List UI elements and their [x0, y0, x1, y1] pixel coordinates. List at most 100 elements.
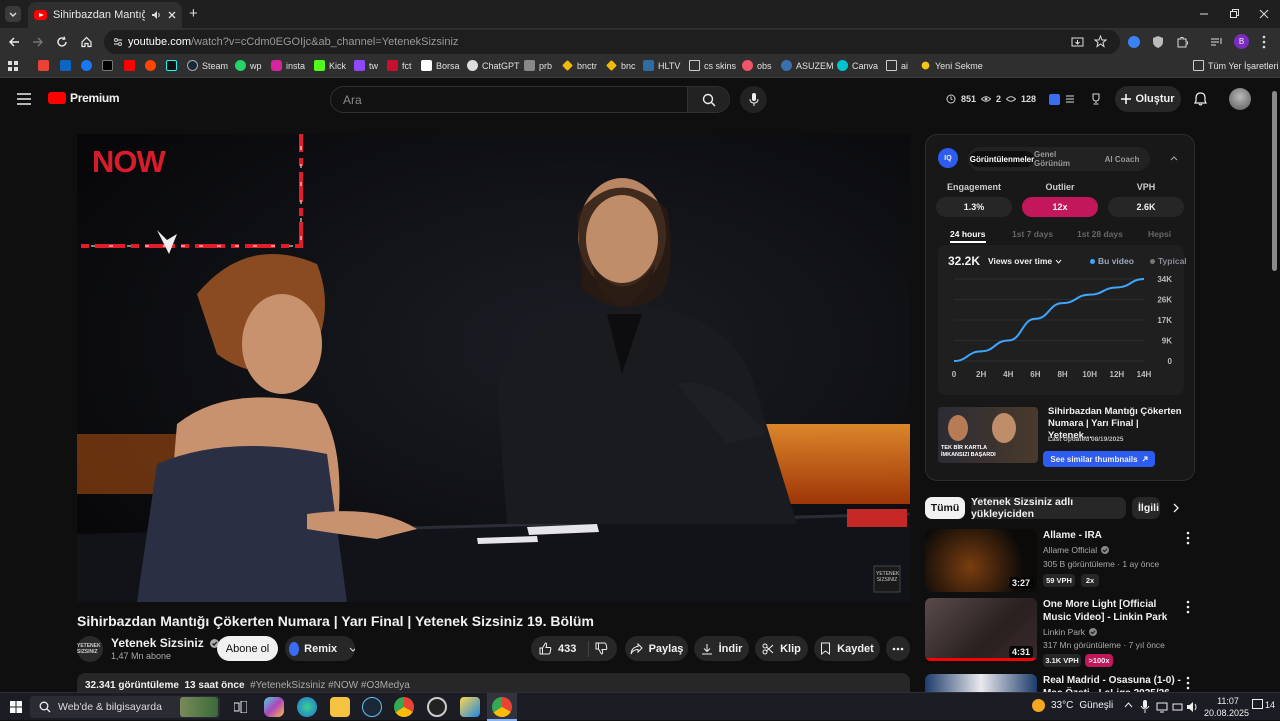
browser-menu-icon[interactable]	[1262, 35, 1266, 49]
minimize-icon[interactable]	[1198, 8, 1210, 20]
notification-center[interactable]: 14	[1252, 699, 1275, 710]
media-controls-icon[interactable]	[1210, 36, 1223, 48]
recommendation-item[interactable]: 3:27 Allame - IRA Allame Official 305 B …	[925, 529, 1195, 595]
app-icon-yellow[interactable]	[460, 697, 480, 717]
site-info-icon[interactable]	[112, 36, 124, 48]
voice-search-button[interactable]	[740, 86, 767, 113]
tab-overview[interactable]: Genel Görünüm	[1034, 150, 1094, 168]
user-avatar[interactable]	[1229, 88, 1251, 110]
chevron-right-icon[interactable]	[1172, 503, 1180, 513]
tray-mic-icon[interactable]	[1140, 700, 1150, 714]
recommendation-item[interactable]: Real Madrid - Osasuna (1-0) - Maç Özeti …	[925, 674, 1195, 692]
speaker-icon[interactable]	[151, 10, 161, 20]
home-icon[interactable]	[80, 35, 93, 48]
chip-all[interactable]: Tümü	[925, 497, 965, 519]
more-actions-button[interactable]	[886, 636, 910, 661]
vidiq-icon[interactable]	[1049, 93, 1061, 105]
tab-views[interactable]: Görüntülenmeler	[970, 151, 1034, 167]
tray-display-icon[interactable]	[1172, 701, 1184, 713]
dislike-icon[interactable]	[595, 642, 608, 655]
install-app-icon[interactable]	[1071, 36, 1084, 48]
file-explorer-icon[interactable]	[330, 697, 350, 717]
bookmark-chatgpt[interactable]: ChatGPT	[467, 60, 520, 71]
windows-start-icon[interactable]	[10, 701, 22, 713]
chrome-profile-active-app[interactable]	[487, 693, 517, 721]
description-box[interactable]: 32.341 görüntüleme 13 saat önce #Yetenek…	[77, 673, 910, 692]
recommendation-item[interactable]: 4:31 One More Light [Official Music Vide…	[925, 598, 1195, 667]
period-tab-28d[interactable]: 1st 28 days	[1077, 229, 1123, 239]
tab-search-button[interactable]	[5, 6, 21, 22]
bookmark-kick[interactable]: Kick	[314, 60, 346, 71]
bookmark-asuzem[interactable]: ASUZEM	[781, 60, 834, 71]
bookmark-steam[interactable]: Steam	[187, 60, 228, 71]
clip-button[interactable]: Klip	[755, 636, 808, 661]
more-vertical-icon[interactable]	[1183, 531, 1193, 545]
bookmark-hltv[interactable]: HLTV	[643, 60, 680, 71]
profile-avatar[interactable]: B	[1234, 34, 1249, 49]
chrome-icon[interactable]	[394, 697, 414, 717]
tray-chevron-up-icon[interactable]	[1124, 702, 1133, 708]
reload-icon[interactable]	[56, 36, 68, 48]
extension-icon[interactable]	[1128, 36, 1140, 48]
channel-name[interactable]: Yetenek Sizsiniz	[111, 636, 220, 650]
recommendation-thumbnail[interactable]	[925, 674, 1037, 692]
search-button[interactable]	[687, 87, 729, 112]
bookmark-tw[interactable]: tw	[354, 60, 378, 71]
edge-icon[interactable]	[297, 697, 317, 717]
bookmark-bnc[interactable]: bnc	[606, 60, 636, 71]
bookmark-star-icon[interactable]	[1094, 35, 1107, 48]
download-button[interactable]: İndir	[694, 636, 749, 661]
restore-icon[interactable]	[1228, 8, 1240, 20]
bookmark-bnctr[interactable]: bnctr	[562, 60, 597, 71]
period-tab-all[interactable]: Hepsi	[1148, 229, 1171, 239]
bookmark-insta[interactable]: insta	[271, 60, 305, 71]
search-input[interactable]	[331, 92, 687, 107]
chip-from-uploader[interactable]: Yetenek Sizsiniz adlı yükleyiciden	[971, 496, 1126, 520]
tray-volume-icon[interactable]	[1186, 701, 1199, 713]
close-window-icon[interactable]	[1258, 8, 1270, 20]
video-player[interactable]: NOW YETENEK SIZSINIZ	[77, 134, 910, 602]
channel-avatar[interactable]: YETENEK SIZSINIZ	[77, 636, 103, 662]
bookmark-wp[interactable]: wp	[235, 60, 262, 71]
address-bar[interactable]: youtube.com/watch?v=cCdm0EGOIjc&ab_chann…	[104, 30, 1120, 54]
all-bookmarks[interactable]: Tüm Yer İşaretleri	[1193, 60, 1279, 71]
game-app-icon[interactable]	[427, 697, 447, 717]
period-tab-7d[interactable]: 1st 7 days	[1012, 229, 1053, 239]
bookmark-canva[interactable]: Canva	[837, 60, 878, 71]
page-scrollbar[interactable]	[1272, 91, 1277, 271]
recommendation-thumbnail[interactable]: 3:27	[925, 529, 1037, 592]
bookmark-facebook-icon[interactable]	[81, 60, 92, 71]
bookmark-gmail-icon[interactable]	[38, 60, 49, 71]
like-count[interactable]: 433	[558, 643, 576, 655]
bookmark-outlook-icon[interactable]	[60, 60, 71, 71]
bookmark-x-icon[interactable]	[102, 60, 113, 71]
bookmark-tiktok-icon[interactable]	[166, 60, 177, 71]
tray-network-icon[interactable]	[1156, 701, 1168, 713]
save-button[interactable]: Kaydet	[814, 636, 880, 661]
recommendation-thumbnail[interactable]: 4:31	[925, 598, 1037, 661]
weather-widget[interactable]: 33°C Güneşli	[1032, 699, 1113, 712]
clock-time[interactable]: 11:07	[1213, 696, 1243, 706]
extensions-puzzle-icon[interactable]	[1176, 36, 1188, 48]
bookmark-prb[interactable]: prb	[524, 60, 552, 71]
clock-date[interactable]: 20.08.2025	[1204, 708, 1249, 718]
taskbar-search[interactable]: Web'de & bilgisayarda	[30, 696, 220, 718]
bookmark-yeni-sekme[interactable]: Yeni Sekme	[920, 60, 983, 71]
shield-icon[interactable]	[1152, 35, 1164, 49]
tab-ai-coach[interactable]: AI Coach	[1096, 151, 1148, 167]
copilot-icon[interactable]	[264, 697, 284, 717]
forward-arrow-icon[interactable]	[32, 36, 44, 48]
remix-button[interactable]: Remix	[285, 636, 355, 661]
subscribe-button[interactable]: Abone ol	[217, 636, 278, 661]
hamburger-menu-icon[interactable]	[17, 93, 31, 105]
see-similar-thumbnails-button[interactable]: See similar thumbnails	[1043, 451, 1155, 467]
task-view-icon[interactable]	[234, 701, 247, 713]
video-thumbnail[interactable]: TEK BİR KARTLA İMKANSIZI BAŞARDI	[938, 407, 1038, 463]
bookmark-obs[interactable]: obs	[742, 60, 772, 71]
share-button[interactable]: Paylaş	[625, 636, 688, 661]
like-icon[interactable]	[539, 642, 552, 655]
bookmark-fct[interactable]: fct	[387, 60, 412, 71]
chart-metric-dropdown[interactable]: Views over time	[988, 256, 1062, 266]
bookmark-reddit-icon[interactable]	[145, 60, 156, 71]
more-vertical-icon[interactable]	[1183, 676, 1193, 690]
